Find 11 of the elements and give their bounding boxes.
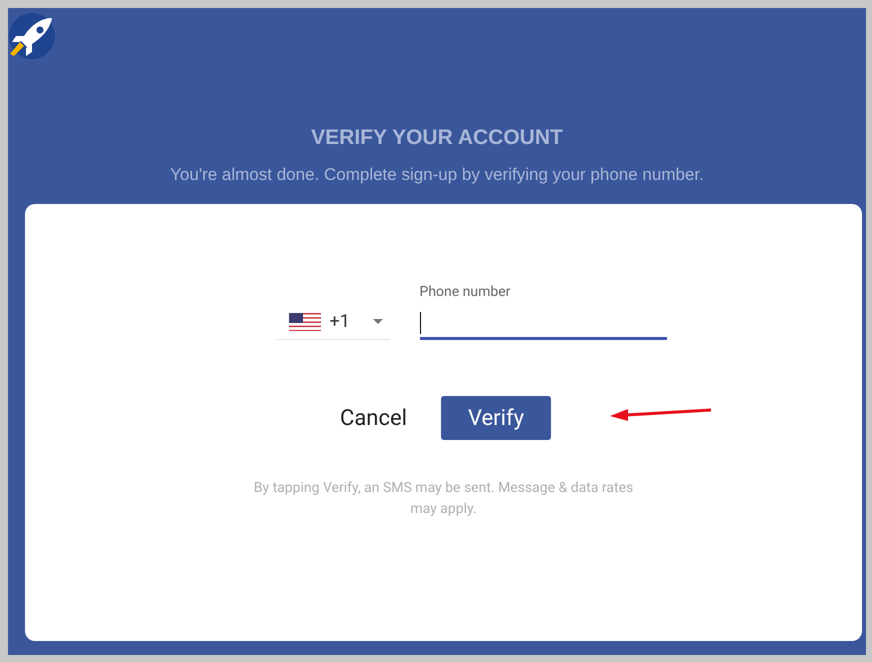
text-cursor (420, 312, 421, 334)
country-code-select[interactable]: +1 (276, 304, 390, 340)
rocket-logo-icon (8, 12, 55, 60)
page-title: VERIFY YOUR ACCOUNT (311, 125, 563, 151)
flag-icon (288, 312, 320, 330)
cancel-button[interactable]: Cancel (336, 396, 411, 440)
page-subtitle: You're almost done. Complete sign-up by verifying your phone number. (170, 164, 704, 186)
sms-disclaimer: By tapping Verify, an SMS may be sent. Message & data rates may apply. (252, 479, 634, 519)
phone-number-field[interactable]: Phone number (420, 282, 666, 340)
verify-button[interactable]: Verify (440, 396, 551, 440)
dropdown-caret-icon (372, 319, 383, 324)
